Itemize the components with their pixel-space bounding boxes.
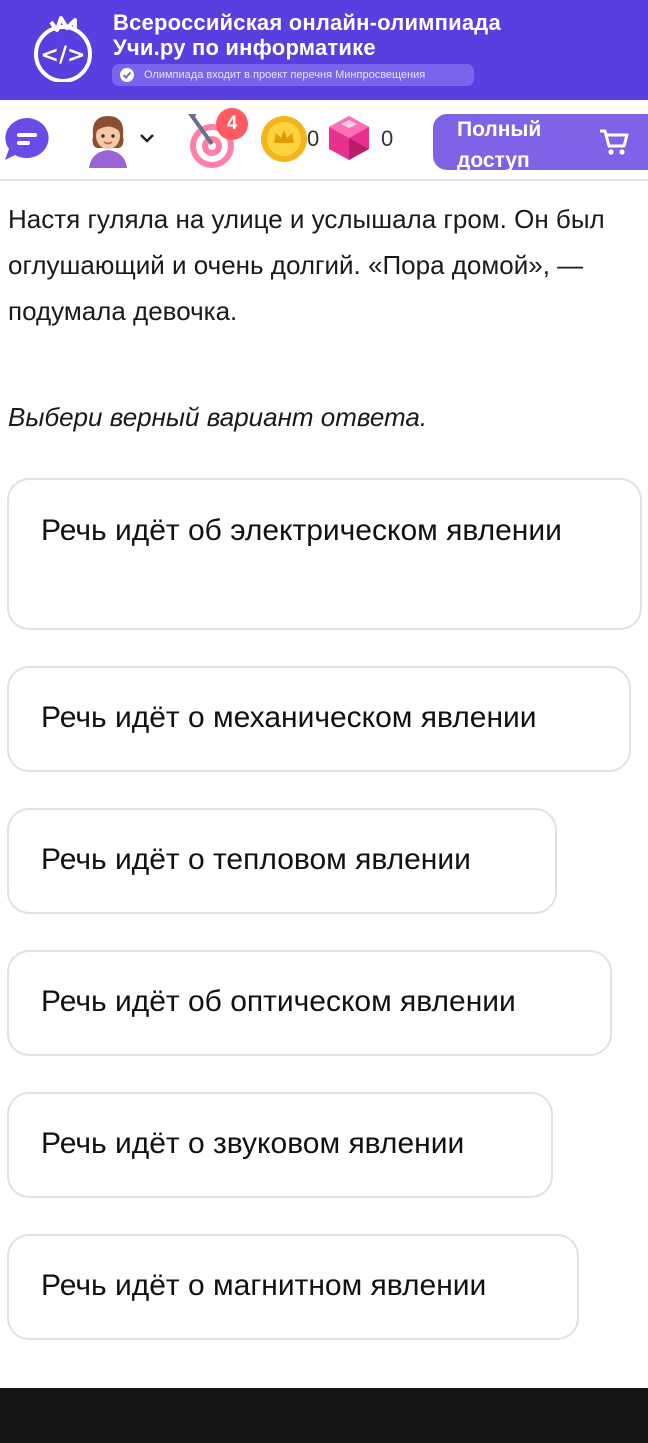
- gem-icon[interactable]: [327, 114, 371, 162]
- chevron-down-icon[interactable]: [139, 132, 155, 144]
- banner-badge: Олимпиада входит в проект перечня Минпро…: [112, 64, 474, 86]
- cart-icon: [600, 129, 629, 155]
- top-toolbar: 4 0 0 Полный доступ: [0, 100, 648, 181]
- answer-option[interactable]: Речь идёт об оптическом явлении: [7, 950, 612, 1056]
- chat-icon[interactable]: [3, 116, 51, 162]
- answer-option[interactable]: Речь идёт о магнитном явлении: [7, 1234, 579, 1340]
- instruction-text: Выбери верный вариант ответа.: [8, 402, 428, 432]
- system-navigation-bar: [0, 1388, 648, 1443]
- avatar[interactable]: [85, 112, 131, 168]
- question-text: Настя гуляла на улице и услышала гром. О…: [8, 204, 605, 326]
- full-access-button[interactable]: Полный доступ: [433, 114, 648, 172]
- answer-option[interactable]: Речь идёт о тепловом явлении: [7, 808, 557, 914]
- answer-option[interactable]: Речь идёт о звуковом явлении: [7, 1092, 553, 1198]
- banner-title: Всероссийская онлайн-олимпиада Учи.ру по…: [113, 10, 501, 60]
- full-access-label: Полный доступ: [457, 118, 542, 172]
- code-logo-icon: </>: [34, 16, 92, 82]
- svg-text:</>: </>: [41, 43, 86, 68]
- olympiad-banner[interactable]: </> Всероссийская онлайн-олимпиада Учи.р…: [0, 0, 648, 100]
- coin-count: 0: [307, 126, 320, 151]
- coin-icon[interactable]: [260, 115, 308, 163]
- answer-option[interactable]: Речь идёт о механическом явлении: [7, 666, 631, 772]
- gem-count: 0: [381, 126, 394, 151]
- answer-option[interactable]: Речь идёт об электрическом явлении: [7, 478, 642, 630]
- check-circle-icon: [120, 68, 134, 82]
- notification-badge: 4: [216, 108, 248, 140]
